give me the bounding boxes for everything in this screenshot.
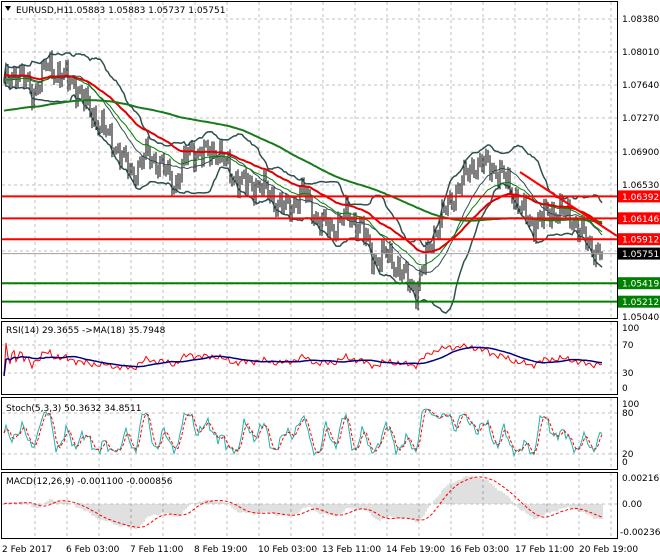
price-tick: 1.07640 [622, 81, 659, 91]
time-tick: 20 Feb 19:00 [579, 545, 638, 555]
time-axis: 2 Feb 2017 6 Feb 03:00 7 Feb 11:00 8 Feb… [2, 545, 638, 555]
time-tick: 7 Feb 11:00 [130, 545, 184, 555]
rsi-line [3, 342, 603, 377]
macd-tick: -0.002368 [620, 528, 660, 538]
level-tag-label: 1.06392 [622, 193, 659, 203]
trading-chart[interactable]: 1.06392 1.06146 1.05912 1.05751 1.05419 1.052… [0, 0, 660, 560]
ma-green-short [3, 75, 603, 266]
grid [2, 2, 617, 538]
price-tick: 1.08380 [622, 15, 659, 25]
level-tag-label: 1.05212 [622, 298, 659, 308]
stoch-plot [3, 408, 603, 458]
macd-tick: 0.00 [622, 500, 642, 510]
ohlc-readout: 1.05883 1.05883 1.05737 1.05751 [68, 6, 225, 16]
rsi-tick: 100 [622, 324, 639, 334]
price-tick: 1.06530 [622, 181, 659, 191]
price-tick: 1.07270 [622, 114, 659, 124]
macd-label: MACD(12,26,9) -0.001100 -0.000856 [6, 477, 173, 487]
rsi-ma-line [3, 346, 603, 377]
price-axis: 1.08380 1.08010 1.07640 1.07270 1.06900 … [622, 15, 659, 323]
rsi-label: RSI(14) 29.3655 ->MA(18) 35.7948 [6, 326, 166, 336]
time-tick: 13 Feb 11:00 [322, 545, 381, 555]
time-tick: 10 Feb 03:00 [258, 545, 317, 555]
time-tick: 17 Feb 11:00 [515, 545, 574, 555]
price-plot [3, 50, 603, 314]
symbol-label: EURUSD,H1 [16, 6, 69, 16]
level-tag-label: 1.06146 [622, 215, 659, 225]
time-tick: 8 Feb 19:00 [194, 545, 248, 555]
rsi-tick: 30 [622, 369, 634, 379]
rsi-plot [3, 342, 603, 377]
main-panel[interactable] [1, 1, 618, 319]
stoch-tick: 0 [622, 458, 628, 468]
stoch-label: Stoch(5,3,3) 50.3632 34.8511 [6, 404, 141, 414]
collapse-triangle-icon[interactable] [5, 6, 11, 11]
macd-tick: 0.002161 [622, 474, 660, 484]
trend-line[interactable] [519, 171, 618, 237]
level-tag-label: 1.05912 [622, 236, 659, 246]
level-tag-label: 1.05751 [622, 250, 659, 260]
price-tick: 1.06900 [622, 148, 659, 158]
price-tick: 1.08010 [622, 48, 659, 58]
rsi-tick: 70 [622, 341, 634, 351]
stoch-tick: 80 [622, 409, 634, 419]
level-tag-label: 1.05419 [622, 280, 659, 290]
ma-red [3, 74, 603, 254]
time-tick: 16 Feb 03:00 [450, 545, 509, 555]
rsi-tick: 0 [622, 384, 628, 394]
stoch-main-line [3, 408, 603, 458]
price-tick: 1.05040 [622, 313, 659, 323]
time-tick: 2 Feb 2017 [2, 545, 52, 555]
bollinger-middle [3, 74, 603, 274]
time-tick: 14 Feb 19:00 [386, 545, 445, 555]
time-tick: 6 Feb 03:00 [66, 545, 120, 555]
